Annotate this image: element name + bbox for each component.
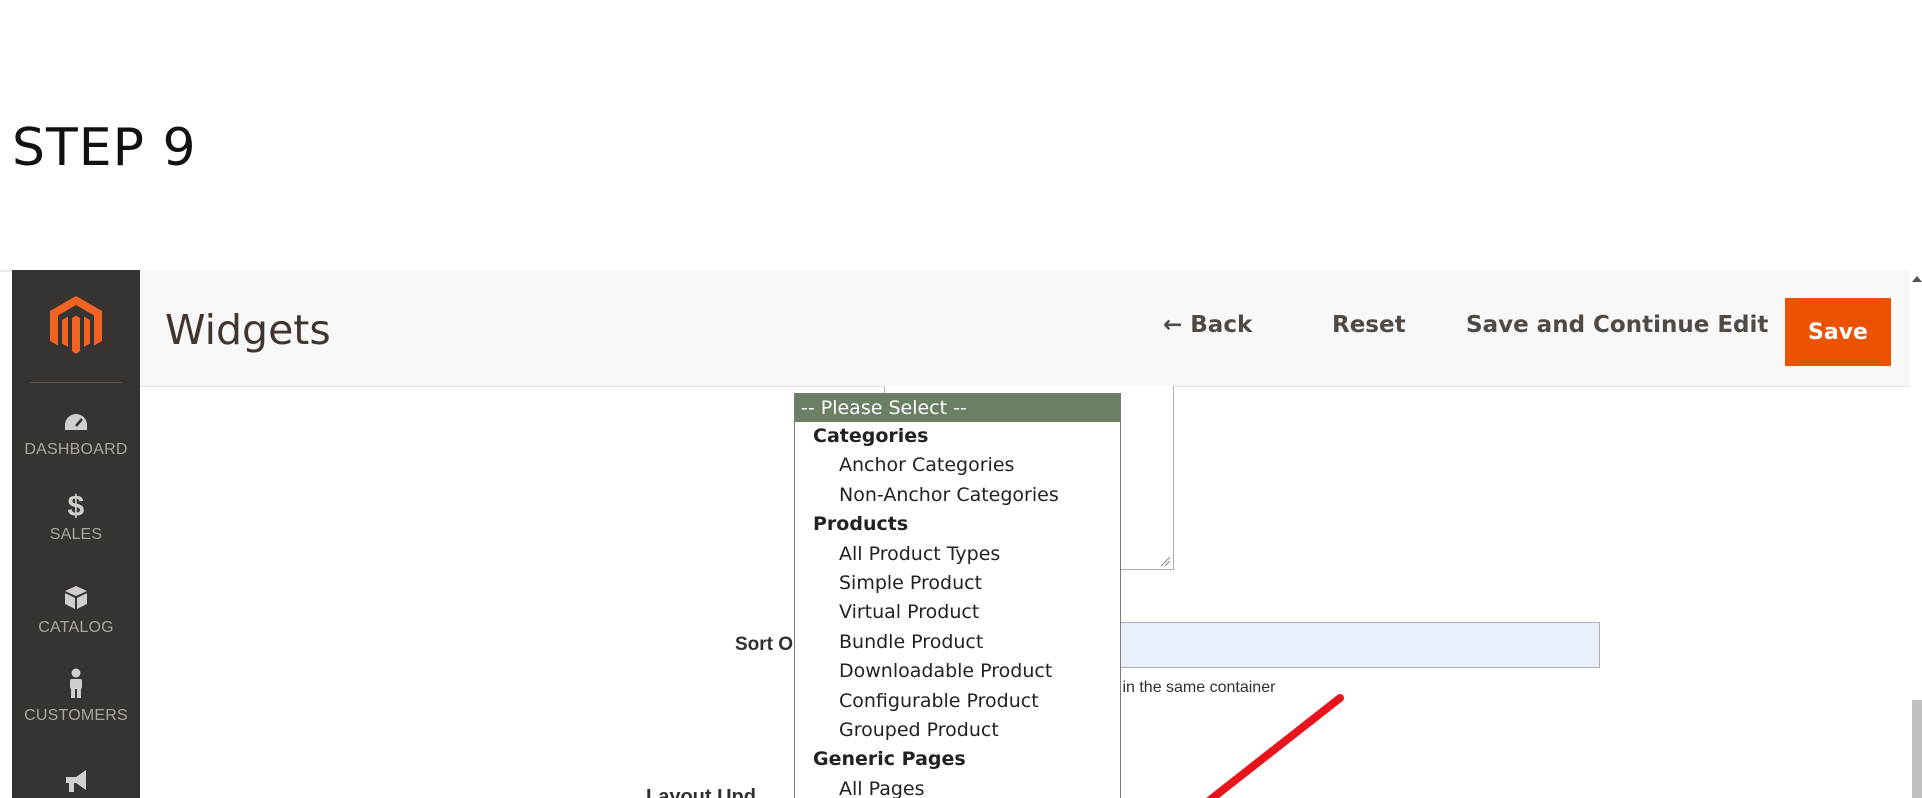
dashboard-icon — [12, 412, 140, 437]
sidebar-item-dashboard[interactable]: DASHBOARD — [12, 412, 140, 459]
scroll-up-icon[interactable] — [1912, 276, 1922, 282]
dropdown-option[interactable]: Non-Anchor Categories — [795, 481, 1120, 510]
dropdown-option[interactable]: Bundle Product — [795, 628, 1120, 657]
magento-logo-icon[interactable] — [50, 296, 102, 354]
dollar-icon: $ — [67, 490, 85, 523]
save-button[interactable]: Save — [1785, 298, 1891, 366]
person-icon — [12, 668, 140, 703]
dropdown-option[interactable]: All Product Types — [795, 540, 1120, 569]
dropdown-group-products: Products — [813, 513, 909, 536]
dropdown-group-categories: Categories — [813, 425, 929, 447]
dropdown-option[interactable]: Configurable Product — [795, 687, 1120, 716]
page-header: Widgets ← Back Reset Save and Continue E… — [140, 270, 1910, 387]
sidebar-item-label: CUSTOMERS — [24, 707, 128, 724]
step-title: STEP 9 — [12, 118, 197, 178]
sidebar-item-label: DASHBOARD — [24, 441, 128, 458]
sidebar-item-label: SALES — [49, 526, 103, 543]
dropdown-option[interactable]: Downloadable Product — [795, 657, 1120, 686]
back-button[interactable]: ← Back — [1163, 312, 1252, 338]
reset-button[interactable]: Reset — [1332, 312, 1406, 338]
layout-updates-label: Layout Upd — [646, 786, 756, 798]
dropdown-group-generic-pages: Generic Pages — [813, 748, 966, 771]
sidebar-item-customers[interactable]: CUSTOMERS — [12, 668, 140, 725]
dropdown-option[interactable]: All Pages — [795, 775, 1120, 798]
megaphone-icon — [12, 768, 140, 798]
save-and-continue-button[interactable]: Save and Continue Edit — [1466, 312, 1768, 338]
sidebar-item-catalog[interactable]: CATALOG — [12, 584, 140, 637]
scrollbar-thumb[interactable] — [1912, 700, 1922, 798]
dropdown-option[interactable]: Virtual Product — [795, 598, 1120, 627]
display-on-dropdown[interactable]: -- Please Select -- Categories Anchor Ca… — [794, 393, 1121, 798]
box-icon — [12, 584, 140, 615]
sidebar-divider — [30, 382, 122, 383]
page-title: Widgets — [165, 306, 331, 354]
magento-admin-screenshot: DASHBOARD $ SALES CATALOG CUSTOMERS Widg… — [0, 270, 1922, 798]
dropdown-option[interactable]: Grouped Product — [795, 716, 1120, 745]
sort-order-label: Sort O — [735, 634, 794, 655]
sidebar-item-label: CATALOG — [38, 619, 114, 636]
dropdown-option[interactable]: Anchor Categories — [795, 451, 1120, 480]
dropdown-option-please-select[interactable]: -- Please Select -- — [795, 394, 1120, 422]
annotation-arrow — [1206, 694, 1344, 798]
admin-sidebar: DASHBOARD $ SALES CATALOG CUSTOMERS — [12, 270, 140, 798]
dropdown-option[interactable]: Simple Product — [795, 569, 1120, 598]
resize-grip-icon[interactable] — [1159, 555, 1171, 567]
sort-order-input[interactable] — [1110, 622, 1600, 668]
sidebar-item-sales[interactable]: $ SALES — [12, 492, 140, 544]
sidebar-item-marketing[interactable] — [12, 768, 140, 798]
